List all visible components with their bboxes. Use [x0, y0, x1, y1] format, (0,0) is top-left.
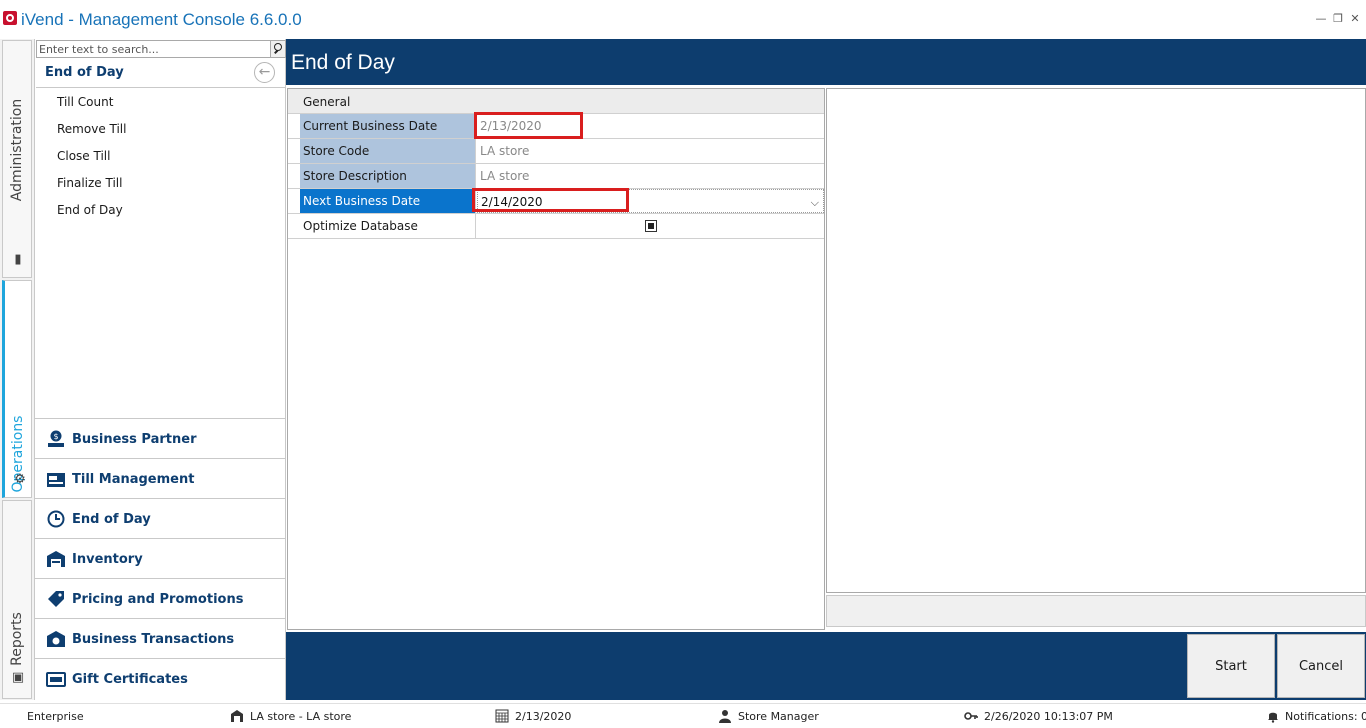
till-icon — [47, 473, 65, 487]
search-input[interactable] — [37, 41, 269, 57]
nav-item-close-till[interactable]: Close Till — [57, 149, 110, 163]
description-panel — [826, 88, 1366, 593]
row-current-business-date[interactable]: Current Business Date 2/13/2020 — [288, 114, 824, 139]
nav-heading: End of Day — [45, 65, 124, 80]
clock-icon — [47, 510, 65, 528]
gear-icon: ⚙ — [14, 472, 26, 487]
restore-icon[interactable]: ❐ — [1331, 12, 1345, 25]
key-icon — [964, 712, 978, 720]
navigation-panel: End of Day ← Till Count Remove Till Clos… — [35, 39, 286, 700]
status-edition: Enterprise — [27, 710, 84, 723]
status-notifications[interactable]: Notifications: 0 — [1285, 710, 1366, 723]
row-store-code-name: Store Code — [300, 139, 476, 163]
module-tabs: Administration ▮ Operations ⚙ Reports ▣ — [0, 39, 35, 700]
store-icon — [231, 710, 243, 722]
module-end-of-day[interactable]: End of Day — [35, 498, 285, 538]
bell-icon — [1268, 712, 1278, 723]
module-pricing-and-promotions[interactable]: Pricing and Promotions — [35, 578, 285, 618]
row-store-code[interactable]: Store Code LA store — [288, 139, 824, 164]
row-store-description[interactable]: Store Description LA store — [288, 164, 824, 189]
module-gift-certificates-label: Gift Certificates — [72, 672, 188, 687]
row-next-business-date[interactable]: Next Business Date 2/14/2020 ⌵ — [288, 189, 824, 214]
action-bar: Start Cancel — [286, 632, 1366, 700]
grid-category-general[interactable]: General — [288, 89, 824, 114]
info-bar — [826, 595, 1366, 627]
status-user: Store Manager — [738, 710, 819, 723]
module-gift-certificates[interactable]: Gift Certificates — [35, 658, 285, 698]
current-business-date-value: 2/13/2020 — [480, 119, 542, 133]
property-grid: General Current Business Date 2/13/2020 … — [287, 88, 825, 630]
tab-reports[interactable]: Reports ▣ — [2, 500, 32, 699]
row-optimize-database-name: Optimize Database — [300, 214, 476, 238]
tag-icon — [48, 591, 64, 607]
module-business-partner-label: Business Partner — [72, 432, 197, 447]
next-business-date-field[interactable]: 2/14/2020 ⌵ — [477, 189, 824, 213]
start-button[interactable]: Start — [1187, 634, 1275, 698]
nav-item-remove-till[interactable]: Remove Till — [57, 122, 126, 136]
minimize-icon[interactable]: — — [1314, 12, 1328, 25]
store-description-value: LA store — [480, 169, 530, 183]
module-end-of-day-label: End of Day — [72, 512, 151, 527]
user-icon — [719, 710, 731, 723]
module-inventory[interactable]: Inventory — [35, 538, 285, 578]
cancel-button[interactable]: Cancel — [1277, 634, 1365, 698]
module-till-management[interactable]: Till Management — [35, 458, 285, 498]
tab-administration-label: Administration — [9, 98, 25, 201]
administration-icon: ▮ — [14, 252, 22, 267]
close-icon[interactable]: ✕ — [1348, 12, 1362, 25]
module-inventory-label: Inventory — [72, 552, 143, 567]
optimize-database-checkbox[interactable] — [645, 220, 657, 232]
row-store-description-name: Store Description — [300, 164, 476, 188]
window-title: iVend - Management Console 6.6.0.0 — [21, 10, 302, 29]
grid-category-label: General — [303, 95, 351, 109]
nav-item-end-of-day[interactable]: End of Day — [57, 203, 123, 217]
module-business-transactions[interactable]: Business Transactions — [35, 618, 285, 658]
search-box — [36, 40, 286, 58]
calendar-icon — [495, 709, 509, 723]
main-header: End of Day — [286, 39, 1366, 85]
gift-card-icon — [46, 672, 66, 687]
search-icon[interactable] — [270, 41, 285, 57]
chevron-down-icon[interactable]: ⌵ — [811, 191, 819, 215]
back-arrow-icon[interactable]: ← — [254, 62, 275, 83]
tab-administration[interactable]: Administration ▮ — [2, 40, 32, 278]
app-logo-icon — [3, 11, 17, 25]
business-partner-icon: $ — [48, 430, 64, 447]
nav-item-finalize-till[interactable]: Finalize Till — [57, 176, 122, 190]
nav-item-till-count[interactable]: Till Count — [57, 95, 113, 109]
next-business-date-value: 2/14/2020 — [481, 195, 543, 209]
tab-reports-label: Reports — [9, 612, 25, 666]
enterprise-icon — [9, 711, 21, 722]
reports-icon: ▣ — [11, 670, 25, 685]
svg-text:$: $ — [53, 432, 58, 441]
status-business-date: 2/13/2020 — [515, 710, 572, 723]
module-pricing-and-promotions-label: Pricing and Promotions — [72, 592, 244, 607]
store-code-value: LA store — [480, 144, 530, 158]
page-title: End of Day — [291, 51, 395, 74]
module-business-transactions-label: Business Transactions — [72, 632, 235, 647]
row-next-business-date-name: Next Business Date — [300, 189, 476, 213]
status-login-time: 2/26/2020 10:13:07 PM — [984, 710, 1113, 723]
row-optimize-database[interactable]: Optimize Database — [288, 214, 824, 239]
status-store: LA store - LA store — [250, 710, 352, 723]
transactions-icon — [47, 631, 65, 647]
warehouse-icon — [47, 551, 65, 567]
row-current-business-date-name: Current Business Date — [300, 114, 476, 138]
divider — [36, 87, 285, 88]
tab-operations[interactable]: Operations ⚙ — [2, 280, 32, 498]
status-bar: Enterprise LA store - LA store 2/13/2020… — [0, 703, 1366, 728]
title-bar: iVend - Management Console 6.6.0.0 — ❐ ✕ — [0, 0, 1366, 40]
optimize-database-value — [477, 214, 824, 238]
module-till-management-label: Till Management — [72, 472, 195, 487]
module-business-partner[interactable]: $ Business Partner — [35, 418, 285, 458]
